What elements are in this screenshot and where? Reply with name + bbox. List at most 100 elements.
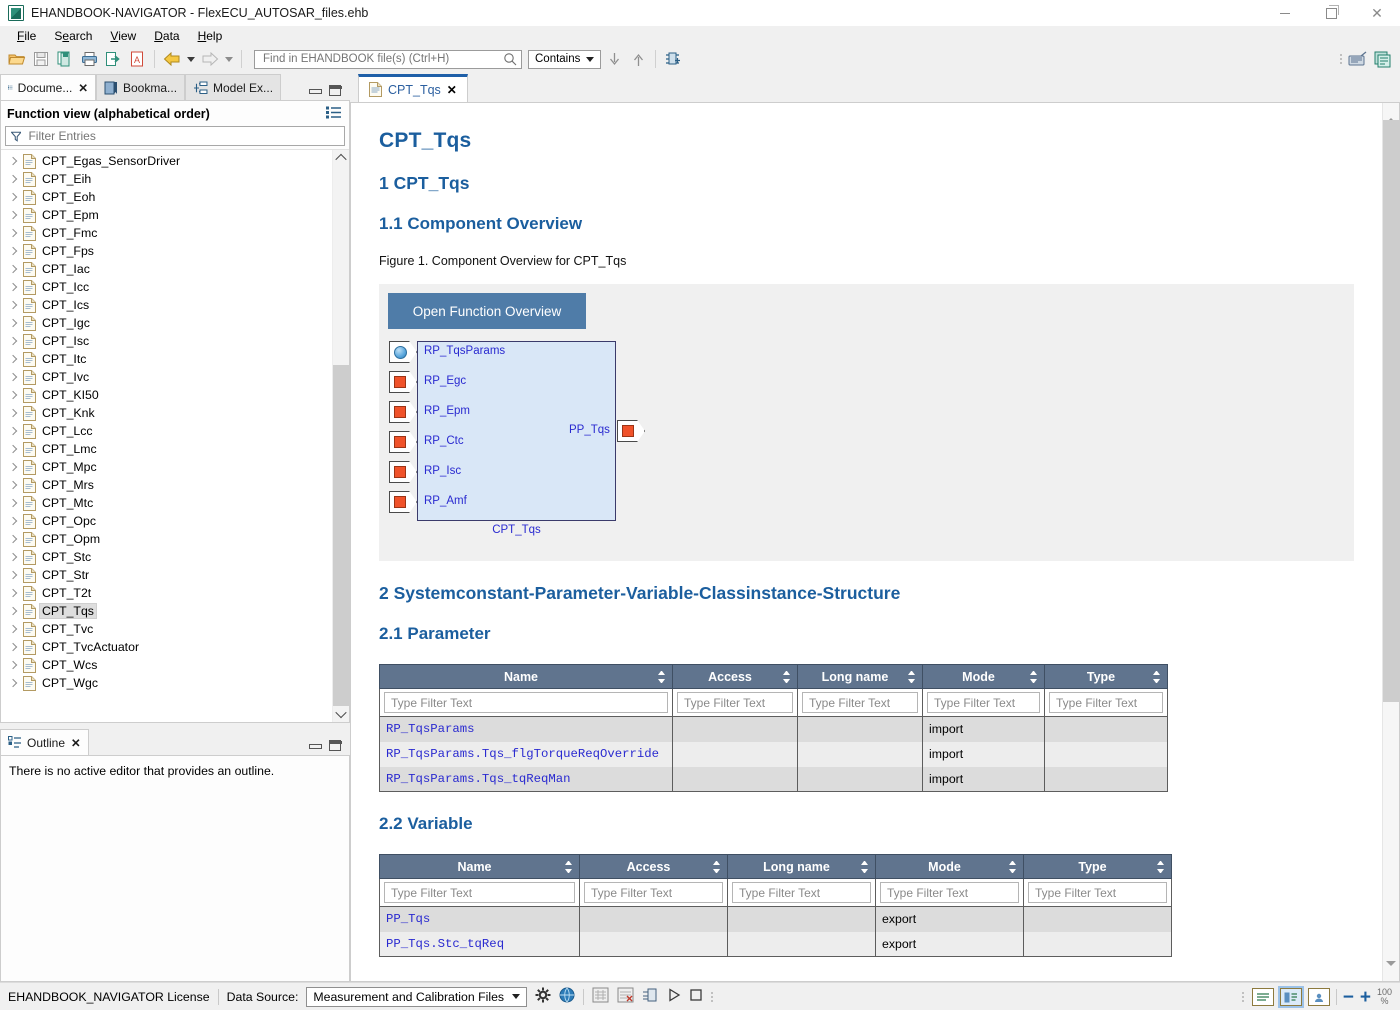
filter-cell[interactable]: Type Filter Text — [1024, 879, 1172, 907]
chevron-right-icon[interactable] — [7, 191, 19, 203]
tree-item[interactable]: CPT_Epm — [1, 206, 331, 224]
menu-search[interactable]: Search — [45, 27, 101, 45]
search-input[interactable] — [261, 52, 503, 66]
filter-cell[interactable]: Type Filter Text — [380, 689, 673, 717]
chevron-right-icon[interactable] — [7, 425, 19, 437]
sort-arrows-icon[interactable] — [1157, 861, 1164, 873]
filter-input-long-name[interactable]: Type Filter Text — [732, 882, 871, 903]
chevron-right-icon[interactable] — [7, 407, 19, 419]
input-port[interactable] — [389, 491, 417, 513]
save-icon[interactable] — [30, 48, 52, 70]
chevron-right-icon[interactable] — [7, 173, 19, 185]
menu-data[interactable]: Data — [145, 27, 188, 45]
column-header-name[interactable]: Name — [380, 855, 580, 879]
tree-item[interactable]: CPT_Fps — [1, 242, 331, 260]
chevron-right-icon[interactable] — [7, 371, 19, 383]
settings-gear-icon[interactable] — [535, 987, 551, 1006]
layout-detail-icon[interactable] — [1308, 988, 1330, 1006]
tree-item[interactable]: CPT_Wgc — [1, 674, 331, 692]
chevron-right-icon[interactable] — [7, 677, 19, 689]
document-scroll-thumb[interactable] — [1383, 120, 1399, 702]
tree-item[interactable]: CPT_Lmc — [1, 440, 331, 458]
zoom-out-button[interactable]: − — [1343, 988, 1354, 1007]
filter-cell[interactable]: Type Filter Text — [728, 879, 876, 907]
input-port[interactable] — [389, 371, 417, 393]
sort-arrows-icon[interactable] — [783, 671, 790, 683]
tree-item[interactable]: CPT_Tqs — [1, 602, 331, 620]
globe-icon[interactable] — [559, 987, 575, 1006]
column-header-mode[interactable]: Mode — [876, 855, 1024, 879]
scroll-up-icon[interactable] — [333, 150, 349, 166]
tree-item[interactable]: CPT_Str — [1, 566, 331, 584]
connect-icon[interactable] — [642, 987, 659, 1006]
column-header-long-name[interactable]: Long name — [798, 665, 923, 689]
cascade-windows-icon[interactable] — [1372, 48, 1394, 70]
sort-arrows-icon[interactable] — [1153, 671, 1160, 683]
parameter-table-row[interactable]: RP_TqsParamsimport — [380, 717, 1168, 742]
input-port[interactable] — [389, 461, 417, 483]
filter-entries-input[interactable] — [26, 128, 339, 144]
arrow-up-icon[interactable] — [627, 48, 649, 70]
column-header-type[interactable]: Type — [1045, 665, 1168, 689]
function-tree-scrollbar[interactable] — [332, 150, 349, 722]
filter-cell[interactable]: Type Filter Text — [580, 879, 728, 907]
function-tree-list[interactable]: CPT_Egas_SensorDriverCPT_EihCPT_EohCPT_E… — [1, 150, 331, 722]
chevron-right-icon[interactable] — [7, 389, 19, 401]
tab-documents-close-icon[interactable]: ✕ — [78, 81, 88, 95]
chevron-right-icon[interactable] — [7, 461, 19, 473]
chevron-right-icon[interactable] — [7, 551, 19, 563]
input-port[interactable] — [389, 341, 417, 363]
data-source-dropdown[interactable]: Measurement and Calibration Files — [306, 987, 527, 1007]
restore-icon[interactable] — [1308, 0, 1354, 26]
document-scroll-up-icon[interactable] — [1383, 103, 1399, 119]
chevron-right-icon[interactable] — [7, 155, 19, 167]
chevron-right-icon[interactable] — [7, 209, 19, 221]
tab-cpt-tqs[interactable]: CPT_Tqs ✕ — [358, 74, 468, 102]
tree-item[interactable]: CPT_Stc — [1, 548, 331, 566]
tab-outline[interactable]: Outline ✕ — [0, 729, 89, 755]
filter-input-type[interactable]: Type Filter Text — [1028, 882, 1167, 903]
outline-minimize-panel-icon[interactable] — [309, 740, 320, 751]
chevron-right-icon[interactable] — [7, 299, 19, 311]
filter-input-type[interactable]: Type Filter Text — [1049, 692, 1163, 713]
parameter-table-row[interactable]: RP_TqsParams.Tqs_tqReqManimport — [380, 767, 1168, 792]
tab-cpt-tqs-close-icon[interactable]: ✕ — [447, 83, 457, 97]
export-icon[interactable] — [102, 48, 124, 70]
layout-single-icon[interactable] — [1252, 988, 1274, 1006]
sort-arrows-icon[interactable] — [658, 671, 665, 683]
chevron-right-icon[interactable] — [7, 533, 19, 545]
back-dropdown-icon[interactable] — [185, 48, 197, 70]
layout-split-icon[interactable] — [1280, 988, 1302, 1006]
toolbar-drag-handle[interactable] — [1340, 51, 1344, 67]
list-options-icon[interactable] — [326, 106, 341, 122]
menu-file[interactable]: File — [8, 27, 45, 45]
filter-input-name[interactable]: Type Filter Text — [384, 692, 668, 713]
tab-model-explorer[interactable]: Model Ex... — [185, 74, 281, 100]
tree-item[interactable]: CPT_Isc — [1, 332, 331, 350]
variable-table[interactable]: NameAccessLong nameModeTypeType Filter T… — [379, 854, 1172, 957]
filter-cell[interactable]: Type Filter Text — [1045, 689, 1168, 717]
sort-arrows-icon[interactable] — [565, 861, 572, 873]
tree-item[interactable]: CPT_Tvc — [1, 620, 331, 638]
filter-cell[interactable]: Type Filter Text — [923, 689, 1045, 717]
tree-item[interactable]: CPT_Mpc — [1, 458, 331, 476]
measurement-icon[interactable] — [592, 987, 609, 1006]
tree-item[interactable]: CPT_T2t — [1, 584, 331, 602]
function-tree-scroll-thumb[interactable] — [333, 365, 349, 706]
input-port[interactable] — [389, 401, 417, 423]
parameter-table-row[interactable]: RP_TqsParams.Tqs_flgTorqueReqOverrideimp… — [380, 742, 1168, 767]
sort-arrows-icon[interactable] — [908, 671, 915, 683]
stop-icon[interactable] — [689, 988, 703, 1005]
scroll-down-icon[interactable] — [333, 706, 349, 722]
chevron-right-icon[interactable] — [7, 281, 19, 293]
back-arrow-icon[interactable] — [161, 48, 183, 70]
variable-table-row[interactable]: PP_Tqs.Stc_tqReqexport — [380, 932, 1172, 957]
output-port[interactable] — [617, 420, 645, 442]
filter-cell[interactable]: Type Filter Text — [673, 689, 798, 717]
chevron-right-icon[interactable] — [7, 317, 19, 329]
document-scrollbar[interactable] — [1382, 103, 1399, 981]
tree-item[interactable]: CPT_Wcs — [1, 656, 331, 674]
tree-item[interactable]: CPT_Ivc — [1, 368, 331, 386]
search-box[interactable] — [254, 50, 522, 69]
minimize-icon[interactable] — [1262, 0, 1308, 26]
